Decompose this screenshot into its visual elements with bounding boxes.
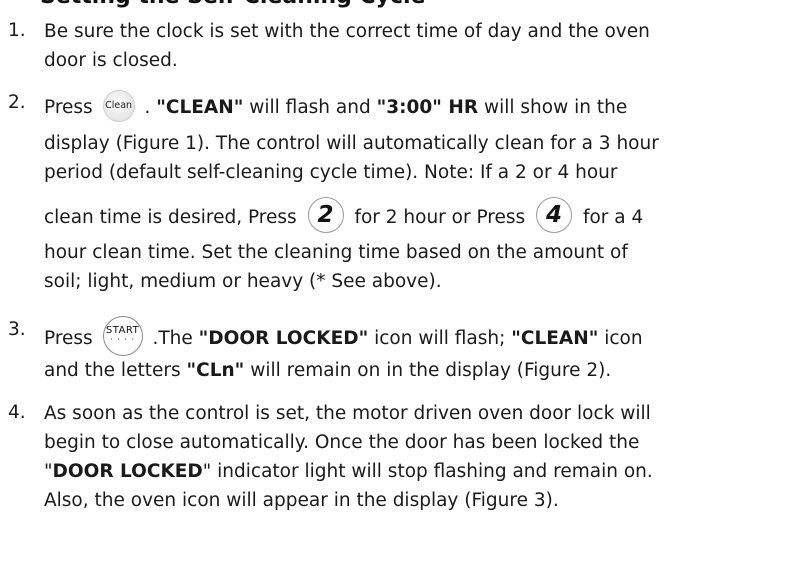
- step-text: for 2 hour or Press: [354, 207, 526, 228]
- start-key-dots: · · · ·: [110, 335, 135, 344]
- clean-indicator-text: "CLEAN": [156, 97, 244, 118]
- step-number: 3.: [8, 319, 26, 340]
- step-text: " indicator light will stop flashing and…: [202, 461, 653, 482]
- time-indicator-text: "3:00" HR: [376, 97, 479, 118]
- step-text: will remain on in the display (Figure 2)…: [250, 360, 612, 381]
- step-number: 1.: [8, 20, 26, 41]
- door-locked-text: "DOOR LOCKED": [198, 328, 369, 349]
- step-number: 2.: [8, 92, 26, 113]
- step-text: and the letters: [44, 360, 181, 381]
- key-4-icon: 4: [536, 197, 573, 233]
- start-key-icon: START · · · ·: [102, 316, 143, 356]
- step-text: door is closed.: [44, 50, 178, 71]
- step-text: display (Figure 1). The control will aut…: [44, 133, 659, 154]
- key-2-icon: 2: [307, 197, 344, 233]
- step-text-line: Press Clean . "CLEAN" will flash and "3:…: [44, 90, 628, 124]
- step-text-line: and the letters "CLn" will remain on in …: [44, 359, 611, 383]
- step-text: ": [44, 461, 53, 482]
- step-text: icon will flash;: [374, 328, 506, 349]
- step-text: Be sure the clock is set with the correc…: [44, 21, 650, 42]
- step-text: icon: [604, 328, 643, 349]
- step-text: Also, the oven icon will appear in the d…: [44, 490, 559, 511]
- cln-indicator-text: "CLn": [186, 360, 245, 381]
- step-text: period (default self-cleaning cycle time…: [44, 162, 618, 183]
- clean-indicator-text: "CLEAN": [511, 328, 599, 349]
- step-text: will flash and: [249, 97, 371, 118]
- step-text: .: [144, 97, 151, 118]
- step-number: 4.: [8, 402, 26, 423]
- step-text: soil; light, medium or heavy (* See abov…: [44, 271, 442, 292]
- step-text: clean time is desired, Press: [44, 207, 297, 228]
- step-text: Press: [44, 97, 93, 118]
- step-text-line: "DOOR LOCKED" indicator light will stop …: [44, 460, 653, 484]
- door-locked-text: DOOR LOCKED: [52, 461, 203, 482]
- step-text-line: Press START · · · · .The "DOOR LOCKED" i…: [44, 316, 643, 359]
- section-heading: Setting the Self-Cleaning Cycle: [40, 0, 426, 9]
- clean-key-icon: Clean: [102, 90, 135, 122]
- step-text: As soon as the control is set, the motor…: [44, 403, 651, 424]
- step-text: .The: [152, 328, 193, 349]
- step-text: begin to close automatically. Once the d…: [44, 432, 640, 453]
- step-text: hour clean time. Set the cleaning time b…: [44, 242, 628, 263]
- step-text-line: clean time is desired, Press 2 for 2 hou…: [44, 197, 644, 236]
- step-text: will show in the: [483, 97, 628, 118]
- step-text: Press: [44, 328, 93, 349]
- step-text: for a 4: [582, 207, 644, 228]
